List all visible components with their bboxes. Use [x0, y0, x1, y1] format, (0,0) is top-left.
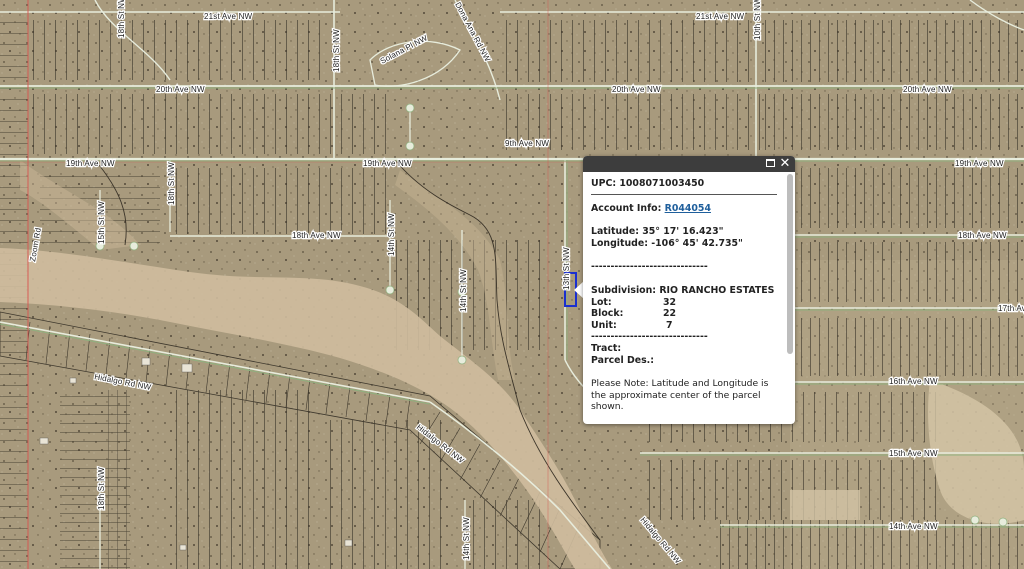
upc-row: UPC: 1008071003450: [591, 178, 777, 190]
road-label: 16th Ave NW: [889, 377, 938, 386]
lot-label: Lot:: [591, 296, 612, 308]
longitude-row: Longitude: -106° 45' 42.735": [591, 238, 777, 250]
lot-value: 32: [663, 296, 677, 308]
subdivision-row: Subdivision: RIO RANCHO ESTATES: [591, 285, 777, 297]
road-label: 18th Ave NW: [958, 231, 1007, 240]
road-label: 13th St NW: [562, 247, 571, 290]
road-label: 14th St NW: [387, 213, 396, 256]
latitude-value: 35° 17' 16.423": [642, 226, 724, 238]
road-label: 20th Ave NW: [612, 85, 661, 94]
block-row: Block: 22: [591, 308, 777, 320]
road-label: 9th Ave NW: [505, 139, 549, 148]
road-label: 21st Ave NW: [696, 12, 745, 21]
road-label: 15th Ave NW: [889, 449, 938, 458]
road-label: 20th Ave NW: [156, 85, 205, 94]
upc-value: 1008071003450: [619, 178, 705, 189]
tract-label: Tract:: [591, 342, 622, 354]
separator: ------------------------------: [591, 261, 708, 273]
separator: ------------------------------: [591, 331, 708, 343]
parcel-map[interactable]: 21st Ave NW 21st Ave NW 20th Ave NW 20th…: [0, 0, 1024, 569]
subdivision-label: Subdivision:: [591, 284, 657, 296]
road-label: 15th St NW: [97, 201, 106, 244]
popup-scrollbar[interactable]: [787, 174, 793, 422]
road-label: 14th St NW: [462, 517, 471, 560]
popup-titlebar: ✕: [583, 156, 795, 172]
road-label: 18th Ave NW: [292, 231, 341, 240]
road-label: 17th Ave NW: [998, 304, 1024, 313]
road-label: 18th St NW: [167, 162, 176, 205]
latitude-row: Latitude: 35° 17' 16.423": [591, 226, 777, 238]
road-label: 18th St NW: [117, 0, 126, 38]
longitude-value: -106° 45' 42.735": [651, 237, 743, 249]
unit-label: Unit:: [591, 319, 617, 331]
popup-content: UPC: 1008071003450 Account Info: R044054…: [591, 178, 777, 418]
longitude-label: Longitude:: [591, 237, 648, 249]
unit-value: 7: [666, 319, 673, 331]
account-row: Account Info: R044054: [591, 203, 777, 215]
divider: [591, 193, 777, 195]
lot-row: Lot: 32: [591, 297, 777, 309]
road-label: 19th Ave NW: [363, 159, 412, 168]
road-label: 19th Ave NW: [955, 159, 1004, 168]
subdivision-value: RIO RANCHO ESTATES: [659, 284, 775, 296]
note-text: Please Note: Latitude and Longitude is t…: [591, 378, 769, 413]
road-label: 18th St NW: [97, 467, 106, 510]
road-label: 14th Ave NW: [889, 522, 938, 531]
road-label: 20th Ave NW: [903, 85, 952, 94]
road-label: 19th Ave NW: [66, 159, 115, 168]
parcel-info-popup: ✕ UPC: 1008071003450 Account Info: R0440…: [583, 156, 795, 424]
road-label: 10th St NW: [753, 0, 762, 40]
unit-row: Unit: 7: [591, 320, 777, 332]
road-label: 18th St NW: [332, 29, 341, 72]
upc-label: UPC:: [591, 178, 617, 189]
account-label: Account Info:: [591, 202, 662, 214]
block-label: Block:: [591, 308, 624, 320]
road-label: 14th St NW: [459, 269, 468, 312]
road-label: 21st Ave NW: [204, 12, 253, 21]
scrollbar-thumb[interactable]: [787, 174, 793, 354]
account-link[interactable]: R044054: [665, 203, 711, 214]
parcel-des-label: Parcel Des.:: [591, 354, 654, 366]
close-icon[interactable]: ✕: [778, 156, 792, 172]
cleared-lot: [790, 490, 860, 520]
block-value: 22: [663, 308, 677, 320]
maximize-icon[interactable]: [766, 159, 775, 167]
latitude-label: Latitude:: [591, 226, 639, 238]
